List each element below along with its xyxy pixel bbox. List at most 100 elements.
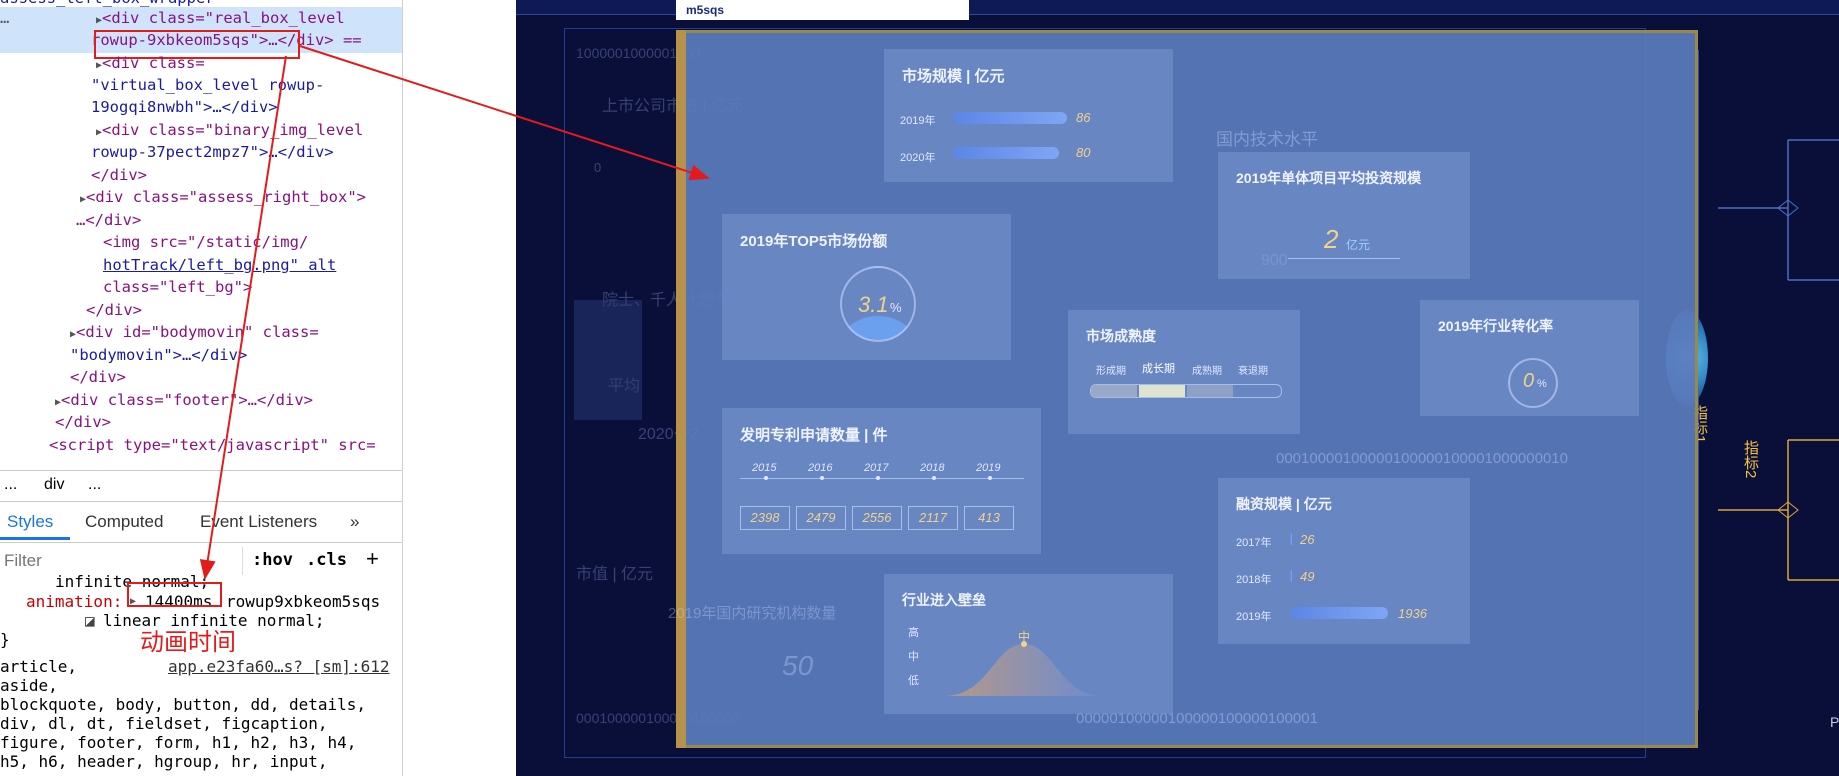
tree-line[interactable]: ▶<div id="bodymovin" class= [70,321,319,347]
row-label: 2018年 [1236,574,1272,586]
breadcrumb-more-left[interactable]: ... [4,476,17,494]
tree-line[interactable]: ▶<div class="assess_right_box"> [80,186,366,212]
row-value: 80 [1076,145,1091,160]
tree-text: <div class="assess_right_box"> [86,188,366,206]
tooltip-label: m5sqs [686,3,725,17]
overlay-padding-left [676,30,686,748]
patent-year-label: 2016 [808,462,833,474]
rule-close-brace: } [0,630,10,649]
row-label: 2020年 [900,152,936,164]
dashboard-viewport: 上市公司市值 | 亿元 0 1000001000001000 院士、千人计划专家… [516,0,1839,776]
stage-label: 成熟期 [1192,366,1222,377]
tab-event-listeners[interactable]: Event Listeners [200,512,317,532]
tree-line[interactable]: 19ogqi8nwbh">…</div> [91,96,278,119]
tree-text: "virtual_box_level rowup- [91,76,325,94]
cls-toggle[interactable]: .cls [306,550,347,570]
tab-styles[interactable]: Styles [7,512,53,532]
row-value: 86 [1076,110,1091,125]
level-label: 高 [908,627,919,639]
tree-line[interactable]: rowup-37pect2mpz7">…</div> [91,141,334,164]
patent-year-label: 2015 [752,462,777,474]
tree-text: 19ogqi8nwbh">…</div> [91,98,278,116]
tree-text: </div> [55,413,111,431]
rule-selector: aside, [0,676,58,695]
row-value: 26 [1300,532,1315,547]
rule-selector: figure, footer, form, h1, h2, h3, h4, [0,733,357,752]
barrier-marker-label: 中 [1018,630,1031,644]
bg-label: 2019年国内研究机构数量 [668,605,837,622]
card-title: 2019年TOP5市场份额 [740,233,888,250]
tree-line[interactable]: hotTrack/left_bg.png" alt [103,254,336,277]
stage-label: 衰退期 [1238,366,1268,377]
tree-line[interactable]: <script type="text/javascript" src= [49,434,376,457]
timeline-dot [876,476,880,480]
tree-text: </div> [91,166,147,184]
tree-line[interactable]: </div> [91,164,147,187]
timeline-dot [820,476,824,480]
tree-text: </div> [86,301,142,319]
styles-filter-input[interactable] [2,547,243,575]
tree-text: <div class="real_box_level [102,9,345,27]
tree-line[interactable]: </div> [70,366,126,389]
tree-text: <script type="text/javascript" src= [49,436,376,454]
patent-value-cell: 2398 [740,506,790,530]
card-title: 2019年行业转化率 [1438,318,1554,334]
tabs-more-button[interactable]: » [350,512,359,532]
tree-line[interactable]: <img src="/static/img/ [103,231,308,254]
financing-bar [1290,607,1388,619]
element-tooltip: m5sqs [676,0,969,20]
card-conversion: 2019年行业转化率 0 % [1420,300,1639,416]
highlight-box-duration [127,582,222,607]
tree-text: <div id="bodymovin" class= [76,323,319,341]
active-tab-indicator [0,537,70,540]
card-patents: 发明专利申请数量 | 件 2015 2398 2016 2479 2017 2556 201… [722,408,1041,554]
underline [1288,258,1400,259]
tree-line[interactable]: class="left_bg"> [103,276,252,299]
card-maturity: 市场成熟度 形成期 成长期 成熟期 衰退期 [1068,310,1300,434]
card-title: 市场规模 | 亿元 [902,68,1005,85]
card-title: 融资规模 | 亿元 [1236,496,1332,512]
bg-label: 00010000100000100000100001000000010 [1276,450,1568,467]
stage-label: 形成期 [1096,366,1126,377]
patent-year-label: 2019 [976,462,1001,474]
rule-selector: div, dl, dt, fieldset, figcaption, [0,714,328,733]
card-title: 行业进入壁垒 [902,592,986,608]
tree-link[interactable]: hotTrack/left_bg.png" alt [103,256,336,274]
tree-line[interactable]: </div> [55,411,111,434]
patent-year-label: 2018 [920,462,945,474]
conversion-value: 0 [1523,370,1535,392]
financing-bar [1290,533,1292,545]
patent-value-cell: 2479 [796,506,846,530]
avg-invest-unit: 亿元 [1346,238,1371,252]
stage-label: 成长期 [1142,363,1175,375]
breadcrumb: ... div ... [0,470,402,502]
annotation-animation-time: 动画时间 [140,628,236,656]
right-connector-lines [1718,139,1839,581]
tree-line[interactable]: "bodymovin">…</div> [70,344,247,367]
top5-value: 3.1 [858,292,889,317]
breadcrumb-current[interactable]: div [44,476,64,494]
tab-computed[interactable]: Computed [85,512,163,532]
conversion-unit: % [1537,378,1547,390]
row-value: 49 [1300,569,1315,584]
tree-line[interactable]: </div> [86,299,142,322]
tree-text: <img src="/static/img/ [103,233,309,251]
add-rule-button[interactable]: + [366,546,379,572]
market-bar-2020 [953,147,1059,159]
top5-unit: % [890,300,902,315]
animation-name[interactable]: rowup9xbkeom5sqs [226,592,380,611]
stylesheet-source-link[interactable]: app.e23fa60…s? [sm]:612 [168,657,390,676]
easing-editor-icon[interactable]: ◪ [85,611,95,630]
card-title: 发明专利申请数量 | 件 [740,427,888,444]
tree-line[interactable]: …</div> [76,209,141,232]
hov-toggle[interactable]: :hov [252,550,293,570]
ellipsis-icon[interactable]: … [0,7,9,30]
rule-selector: article, [0,657,78,676]
card-financing: 融资规模 | 亿元 2017年 26 2018年 49 2019年 1936 [1218,478,1470,644]
timeline-dot [988,476,992,480]
breadcrumb-more-right[interactable]: ... [88,476,101,494]
animation-property[interactable]: animation: [26,592,122,611]
maturity-track [1090,384,1282,398]
tree-line[interactable]: "virtual_box_level rowup- [91,74,324,97]
rule-selector: blockquote, body, button, dd, details, [0,695,367,714]
